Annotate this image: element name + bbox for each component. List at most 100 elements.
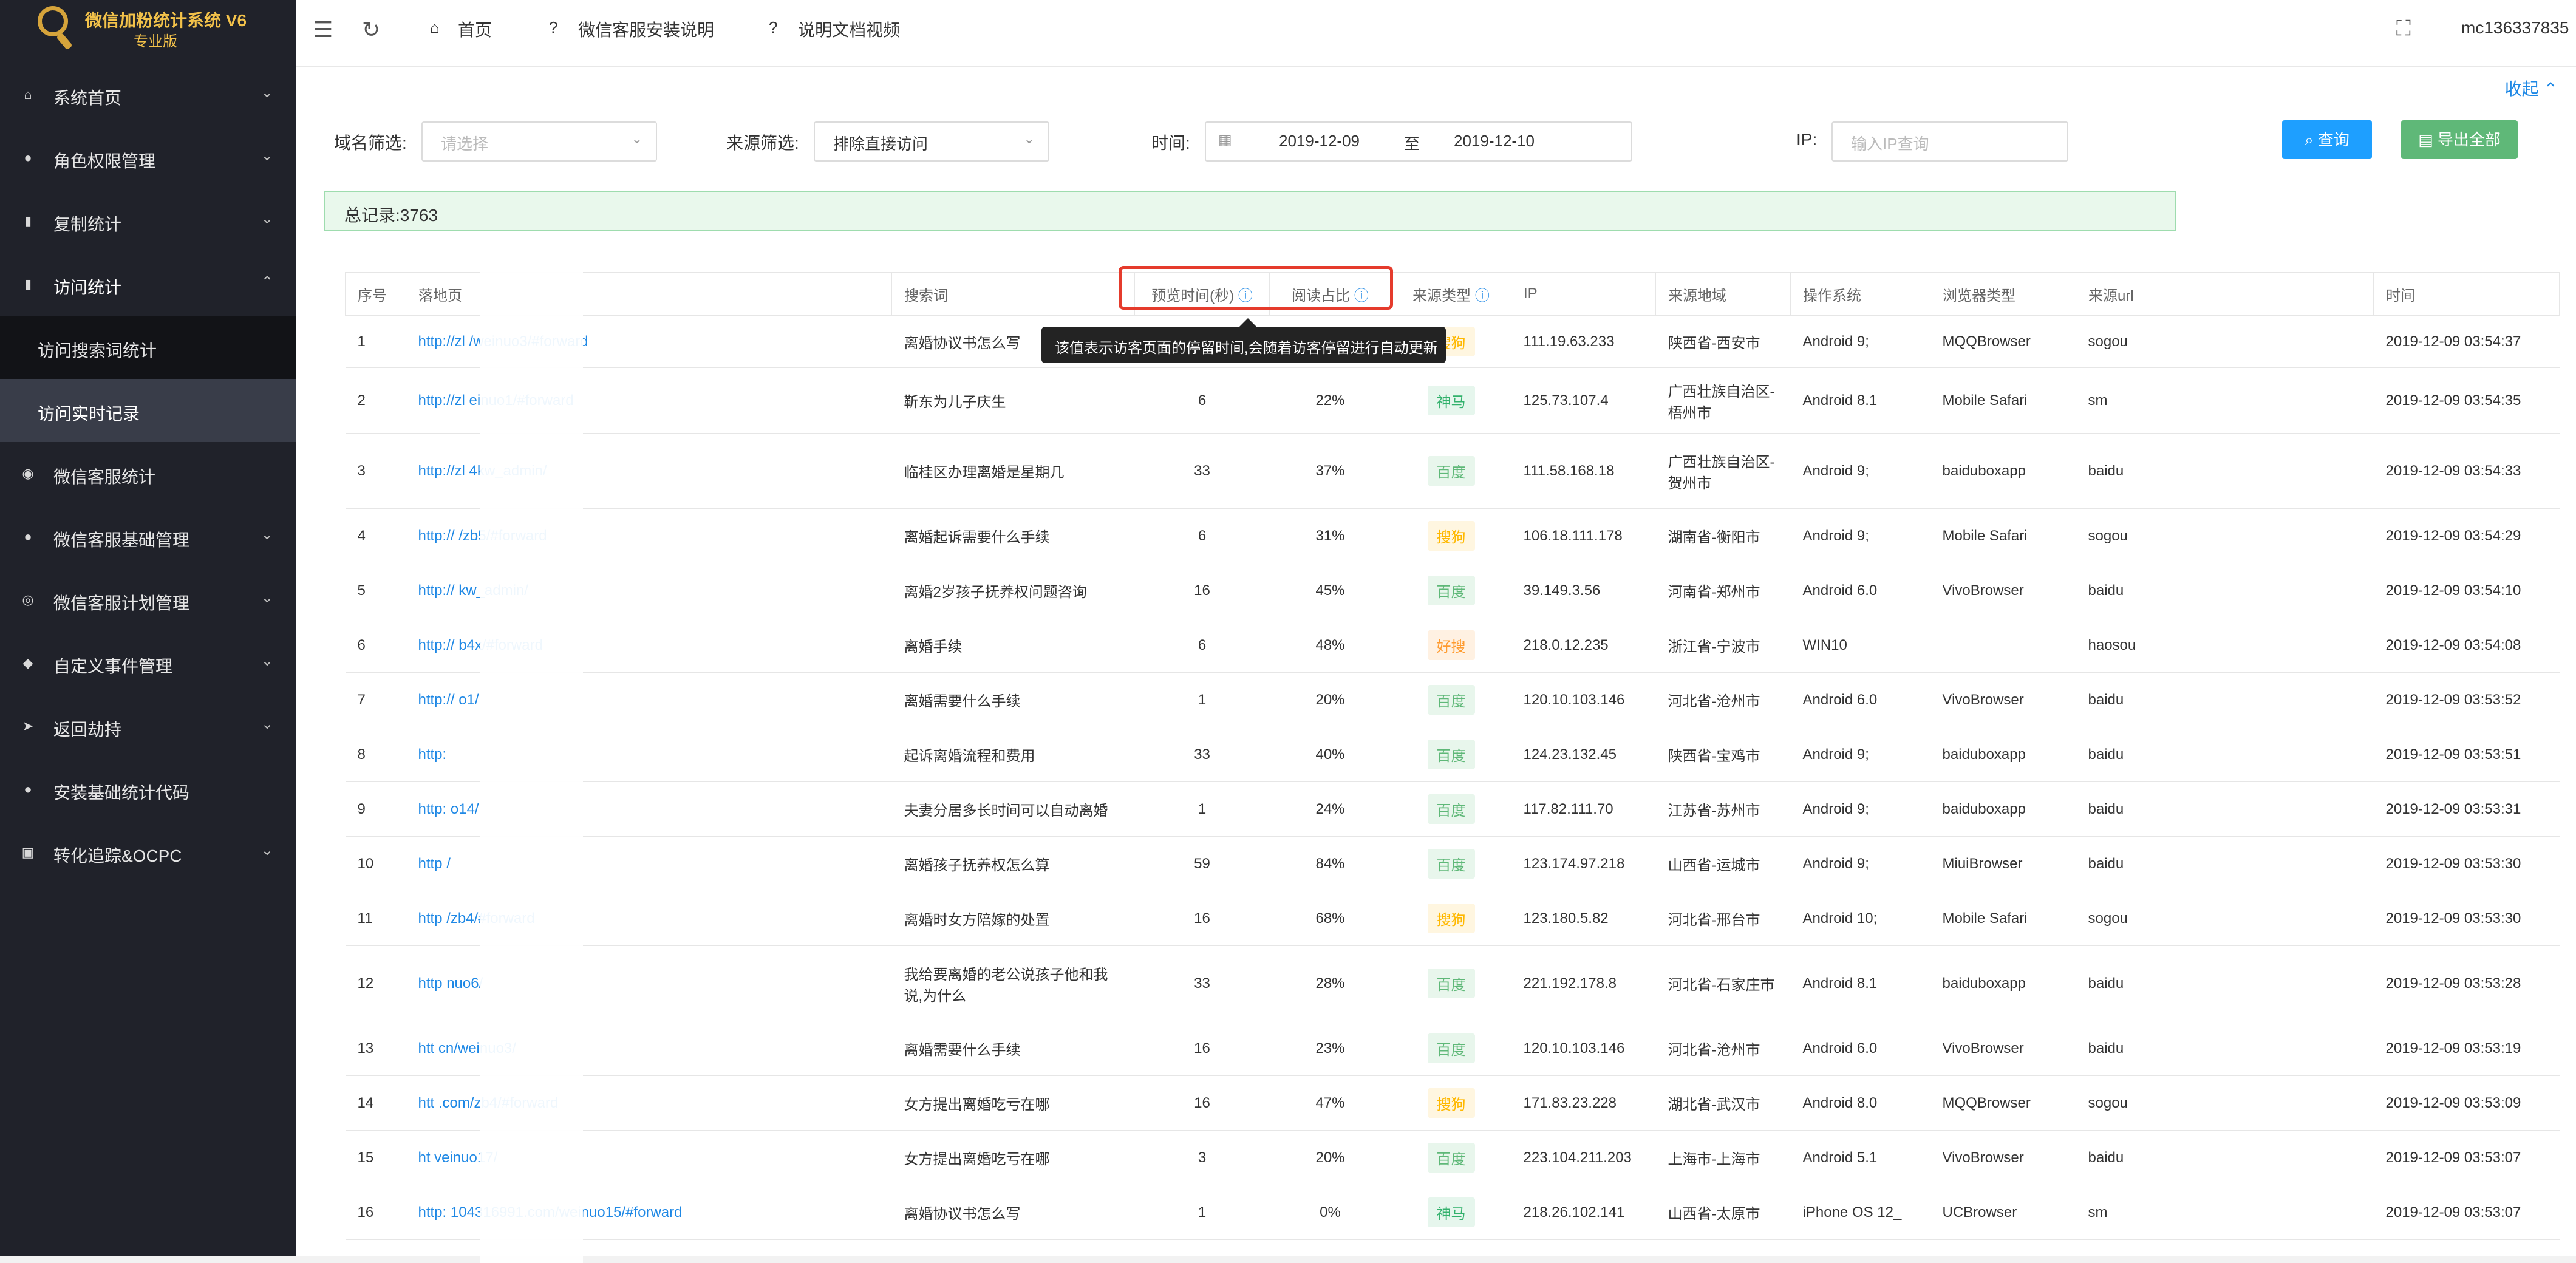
cell-landing-page[interactable]: http: 104316991.com/weinuo15/#forward <box>406 1185 892 1240</box>
cell-source-url: baidu <box>2076 433 2374 509</box>
sidebar-item-custom-events[interactable]: ◆ 自定义事件管理 ⌄ <box>0 632 296 695</box>
cell-ip: 218.0.12.235 <box>1511 618 1656 673</box>
chevron-down-icon: ⌄ <box>1023 131 1035 146</box>
source-type-badge: 百度 <box>1427 740 1475 769</box>
user-account[interactable]: mc136337835 <box>2461 18 2569 38</box>
cell-landing-page[interactable]: http:// o1/ <box>406 672 892 727</box>
cell-landing-page[interactable]: http nuo6/ <box>406 945 892 1021</box>
cell-source-url: baidu <box>2076 781 2374 837</box>
app-title: 微信加粉统计系统 V6 <box>85 11 247 30</box>
tab-home[interactable]: ⌂ 首页 <box>398 0 519 69</box>
cell-time: 2019-12-09 03:53:09 <box>2373 1075 2560 1131</box>
cell-landing-page[interactable]: http://zl 4kw_admin/ <box>406 433 892 509</box>
sidebar-item-visit-stats[interactable]: ▮ 访问统计 ⌃ <box>0 253 296 316</box>
send-icon: ➤ <box>22 718 34 734</box>
date-range-input[interactable]: ▦ 2019-12-09 至 2019-12-10 <box>1205 121 1632 162</box>
tab-wechat-install-guide[interactable]: ? 微信客服安装说明 <box>539 0 734 67</box>
menu-collapse-icon[interactable]: ☰ <box>313 17 333 43</box>
cell-ip: 171.83.23.228 <box>1511 1075 1656 1131</box>
table-row: 7 http:// o1/离婚需要什么手续 1 20% 百度 120.10.103.146… <box>345 672 2560 727</box>
col-source-type[interactable]: 来源类型 ⓘ <box>1391 272 1511 316</box>
export-button[interactable]: ▤ 导出全部 <box>2401 120 2518 159</box>
time-label: 时间: <box>1151 134 1190 152</box>
cell-landing-page[interactable]: http:// /zb5/#forward <box>406 508 892 563</box>
query-button[interactable]: ⌕ 查询 <box>2282 120 2372 159</box>
top-bar: ☰ ↻ ⌂ 首页 ? 微信客服安装说明 ? 说明文档视频 ⛶ mc1363378… <box>296 0 2576 69</box>
fullscreen-icon[interactable]: ⛶ <box>2396 17 2411 41</box>
cell-landing-page[interactable]: ht veinuo17/ <box>406 1130 892 1185</box>
cell-ip: 39.149.3.56 <box>1511 563 1656 618</box>
sidebar-item-conversion-ocpc[interactable]: ▣ 转化追踪&OCPC ⌄ <box>0 821 296 884</box>
cell-os: Android 8.1 <box>1790 367 1930 434</box>
cell-time: 2019-12-09 03:53:07 <box>2373 1185 2560 1240</box>
sidebar-subitem-realtime-log[interactable]: 访问实时记录 <box>0 379 296 442</box>
chevron-down-icon: ⌄ <box>261 148 273 164</box>
cell-os: iPhone OS 12_ <box>1790 1185 1930 1240</box>
cell-landing-page[interactable]: htt cn/weinuo3/ <box>406 1021 892 1076</box>
refresh-icon[interactable]: ↻ <box>362 17 380 43</box>
sidebar-item-home[interactable]: ⌂ 系统首页 ⌄ <box>0 63 296 126</box>
landing-page-link[interactable]: http: o14/ <box>418 801 479 817</box>
info-tooltip: 该值表示访客页面的停留时间,会随着访客停留进行自动更新 <box>1041 318 1446 363</box>
col-index: 序号 <box>345 272 406 316</box>
cell-index: 11 <box>345 891 406 946</box>
cell-search-term: 离婚需要什么手续 <box>891 1021 1135 1076</box>
cell-browser: baiduboxapp <box>1930 945 2076 1021</box>
table-row: 6http:// b4x/#forward离婚手续648%好搜218.0.12.… <box>345 618 2560 673</box>
sidebar-subitem-search-words[interactable]: 访问搜索词统计 <box>0 316 296 379</box>
cell-landing-page[interactable]: http / <box>406 836 892 891</box>
sidebar-item-wechat-service-base[interactable]: ● 微信客服基础管理 ⌄ <box>0 505 296 568</box>
cell-ip: 106.18.111.178 <box>1511 508 1656 563</box>
collapse-link[interactable]: 收起 ⌃ <box>2505 76 2558 100</box>
sidebar-item-back-hijack[interactable]: ➤ 返回劫持 ⌄ <box>0 695 296 758</box>
landing-page-link[interactable]: http / <box>418 856 451 872</box>
cell-source-url: haosou <box>2076 618 2374 673</box>
cell-index: 7 <box>345 672 406 727</box>
landing-page-link[interactable]: http nuo6/ <box>418 975 483 992</box>
sidebar-item-wechat-service-plan[interactable]: ◎ 微信客服计划管理 ⌄ <box>0 568 296 632</box>
cell-os: Android 10; <box>1790 891 1930 946</box>
export-icon: ▤ <box>2418 131 2433 149</box>
cell-landing-page[interactable]: http:// b4x/#forward <box>406 618 892 673</box>
cell-time: 2019-12-09 03:53:30 <box>2373 891 2560 946</box>
cell-view-time: 16 <box>1134 1021 1270 1076</box>
cell-index: 8 <box>345 727 406 782</box>
cell-landing-page[interactable]: http: <box>406 727 892 782</box>
cell-landing-page[interactable]: http /zb4/#forward <box>406 891 892 946</box>
chevron-down-icon: ⌄ <box>631 131 642 146</box>
cell-source-url: sogou <box>2076 1075 2374 1131</box>
landing-page-link[interactable]: http:// o1/ <box>418 692 479 708</box>
cell-region: 广西壮族自治区-贺州市 <box>1655 433 1791 509</box>
col-browser: 浏览器类型 <box>1930 272 2076 316</box>
cell-ip: 124.23.132.45 <box>1511 727 1656 782</box>
sidebar-item-wechat-service-stats[interactable]: ◉ 微信客服统计 <box>0 442 296 505</box>
cell-source-type: 百度 <box>1391 836 1511 891</box>
cell-landing-page[interactable]: http://zl einuo1/#forward <box>406 367 892 434</box>
cell-landing-page[interactable]: http: o14/ <box>406 781 892 837</box>
sidebar-item-copy-stats[interactable]: ▮ 复制统计 ⌄ <box>0 189 296 253</box>
sidebar-item-install-code[interactable]: ● 安装基础统计代码 <box>0 758 296 821</box>
cell-browser: baiduboxapp <box>1930 433 2076 509</box>
cell-landing-page[interactable]: http:// kw_admin/ <box>406 563 892 618</box>
cell-os: Android 6.0 <box>1790 563 1930 618</box>
home-icon: ⌂ <box>24 87 32 102</box>
domain-select[interactable]: 请选择 ⌄ <box>421 121 657 162</box>
tab-doc-video[interactable]: ? 说明文档视频 <box>764 0 922 67</box>
source-select[interactable]: 排除直接访问 ⌄ <box>814 121 1049 162</box>
cell-read-ratio: 48% <box>1269 618 1391 673</box>
cell-landing-page[interactable]: htt .com/zb4/#forward <box>406 1075 892 1131</box>
cell-view-time: 16 <box>1134 1075 1270 1131</box>
app-logo: 微信加粉统计系统 V6 专业版 <box>0 0 296 55</box>
ip-input[interactable]: 输入IP查询 <box>1831 121 2068 162</box>
cell-landing-page[interactable]: http://zl /weinuo3/#forward <box>406 315 892 368</box>
cell-region: 湖南省-衡阳市 <box>1655 508 1791 563</box>
total-records-banner: 总记录:3763 <box>324 191 2176 231</box>
table-row: 9 http: o14/夫妻分居多长时间可以自动离婚 1 24% 百度 117.82.11… <box>345 781 2560 837</box>
sidebar-item-roles[interactable]: ● 角色权限管理 ⌄ <box>0 126 296 189</box>
cell-os: Android 8.1 <box>1790 945 1930 1021</box>
cell-index: 2 <box>345 367 406 434</box>
cell-search-term: 女方提出离婚吃亏在哪 <box>891 1075 1135 1131</box>
cell-index: 4 <box>345 508 406 563</box>
source-type-badge: 百度 <box>1427 576 1475 605</box>
landing-page-link[interactable]: http: <box>418 746 447 763</box>
